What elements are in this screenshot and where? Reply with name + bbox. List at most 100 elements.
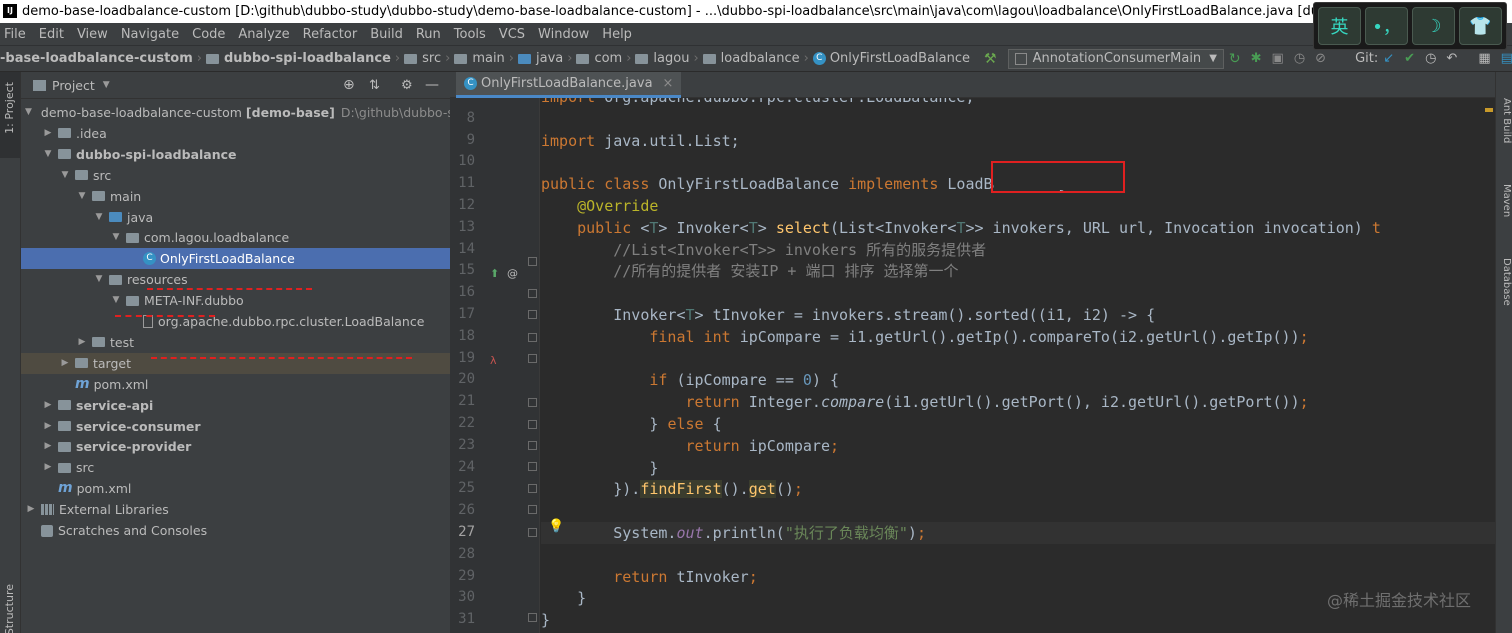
menu-item-run[interactable]: Run	[416, 27, 441, 42]
chevron-right-icon[interactable]: ▶	[42, 416, 54, 437]
tree-item[interactable]: ▼ main	[21, 186, 450, 207]
collapse-icon[interactable]: ⇅	[369, 78, 380, 93]
chevron-down-icon[interactable]: ▼	[103, 80, 110, 90]
chevron-right-icon[interactable]: ▶	[42, 123, 54, 144]
chevron-right-icon[interactable]: ▶	[42, 436, 54, 457]
git-history-icon[interactable]: ◷	[1425, 51, 1436, 67]
ant-build-tool-label[interactable]: Ant Build	[1498, 98, 1512, 143]
breadcrumb-item[interactable]: com	[576, 51, 622, 66]
fold-marker-icon[interactable]	[528, 354, 537, 363]
fold-marker-icon[interactable]	[528, 484, 537, 493]
sdk-icon[interactable]: ▤	[1501, 51, 1512, 67]
tree-item[interactable]: ▼ src	[21, 165, 450, 186]
attach-icon[interactable]: ⊘	[1315, 51, 1326, 67]
tree-item[interactable]: ▶ target	[21, 352, 450, 374]
tree-item[interactable]: ▼ META-INF.dubbo	[21, 290, 450, 311]
ime-key[interactable]: ☽	[1412, 7, 1455, 45]
close-icon[interactable]: ×	[663, 76, 674, 91]
fold-marker-icon[interactable]	[528, 257, 537, 266]
tree-item[interactable]: ▶ .idea	[21, 123, 450, 144]
tree-item[interactable]: ▶ External Libraries	[21, 499, 450, 520]
chevron-down-icon[interactable]: ▼	[25, 102, 32, 123]
git-rollback-icon[interactable]: ↶	[1446, 51, 1457, 67]
breadcrumb-item[interactable]: lagou	[635, 51, 689, 66]
fold-marker-icon[interactable]	[528, 441, 537, 450]
chevron-down-icon[interactable]: ▼	[110, 227, 122, 248]
chevron-right-icon[interactable]: ▶	[42, 395, 54, 416]
fold-marker-icon[interactable]	[528, 505, 537, 514]
fold-marker-icon[interactable]	[528, 398, 537, 407]
menu-item-file[interactable]: File	[4, 27, 26, 42]
tree-item[interactable]: m pom.xml	[21, 478, 450, 499]
database-tool-label[interactable]: Database	[1498, 258, 1512, 306]
fold-marker-icon[interactable]	[528, 333, 537, 342]
tree-item[interactable]: ▶ service-provider	[21, 436, 450, 457]
structure-tool-label[interactable]: Structure	[3, 584, 17, 633]
at-icon[interactable]: @	[507, 267, 518, 280]
menu-item-refactor[interactable]: Refactor	[303, 27, 358, 42]
tree-item[interactable]: ▼ demo-base-loadbalance-custom [demo-base…	[21, 102, 467, 123]
breadcrumb-item[interactable]: dubbo-spi-loadbalance	[205, 51, 391, 66]
lambda-icon[interactable]: λ	[490, 354, 497, 367]
project-view-title[interactable]: Project	[52, 78, 95, 93]
menu-item-edit[interactable]: Edit	[39, 27, 64, 42]
rerun-icon[interactable]: ↻	[1229, 51, 1241, 67]
tree-item[interactable]: C OnlyFirstLoadBalance	[21, 248, 450, 270]
chevron-down-icon[interactable]: ▼	[93, 207, 105, 228]
lightbulb-icon[interactable]: 💡	[548, 519, 564, 534]
debug-icon[interactable]: ✱	[1251, 51, 1262, 67]
menu-item-analyze[interactable]: Analyze	[238, 27, 289, 42]
tree-item[interactable]: ▼ java	[21, 207, 450, 228]
menu-item-window[interactable]: Window	[538, 27, 589, 42]
tree-item[interactable]: ▶ test	[21, 332, 450, 353]
hide-icon[interactable]: —	[425, 77, 439, 93]
override-icon[interactable]: ⬆	[490, 267, 499, 280]
run-configuration-select[interactable]: AnnotationConsumerMain ▼	[1007, 48, 1224, 69]
gear-icon[interactable]: ⚙	[401, 78, 413, 93]
locate-icon[interactable]: ⊕	[343, 77, 355, 93]
ime-toolbar[interactable]: 英 •， ☽ 👕	[1313, 2, 1507, 50]
chevron-right-icon[interactable]: ▶	[25, 499, 37, 520]
fold-marker-icon[interactable]	[528, 462, 537, 471]
breadcrumb-item[interactable]: C OnlyFirstLoadBalance	[812, 51, 970, 66]
git-update-icon[interactable]: ↙	[1383, 51, 1394, 67]
tree-item[interactable]: m pom.xml	[21, 374, 450, 395]
git-commit-icon[interactable]: ✔	[1404, 51, 1415, 67]
menu-item-build[interactable]: Build	[370, 27, 403, 42]
ime-key[interactable]: 👕	[1459, 7, 1502, 45]
tree-item[interactable]: Scratches and Consoles	[21, 520, 450, 541]
chevron-right-icon[interactable]: ▶	[76, 332, 88, 353]
tree-item[interactable]: ▶ service-api	[21, 395, 450, 416]
breadcrumb-item[interactable]: -base-loadbalance-custom	[0, 51, 193, 66]
fold-marker-icon[interactable]	[528, 310, 537, 319]
chevron-down-icon[interactable]: ▼	[110, 290, 122, 311]
tree-item[interactable]: ▼ dubbo-spi-loadbalance	[21, 144, 450, 165]
menu-item-navigate[interactable]: Navigate	[121, 27, 179, 42]
menu-item-help[interactable]: Help	[602, 27, 632, 42]
editor-tab[interactable]: C OnlyFirstLoadBalance.java ×	[456, 72, 682, 98]
tree-item[interactable]: ▶ src	[21, 457, 450, 478]
breadcrumb-item[interactable]: main	[454, 51, 505, 66]
coverage-icon[interactable]: ▣	[1272, 51, 1284, 67]
profile-icon[interactable]: ◷	[1294, 51, 1305, 67]
breadcrumb-item[interactable]: src	[404, 51, 441, 66]
chevron-down-icon[interactable]: ▼	[42, 144, 54, 165]
fold-marker-icon[interactable]	[528, 528, 537, 537]
chevron-down-icon[interactable]: ▼	[93, 269, 105, 290]
tree-item[interactable]: org.apache.dubbo.rpc.cluster.LoadBalance	[21, 311, 450, 332]
menu-item-tools[interactable]: Tools	[454, 27, 486, 42]
project-tool-label[interactable]: 1: Project	[3, 82, 17, 134]
build-hammer-icon[interactable]: ⚒	[984, 51, 997, 67]
ime-key[interactable]: 英	[1318, 7, 1361, 45]
fold-marker-icon[interactable]	[528, 289, 537, 298]
chevron-down-icon[interactable]: ▼	[76, 186, 88, 207]
tree-item[interactable]: ▶ service-consumer	[21, 416, 450, 437]
menu-item-vcs[interactable]: VCS	[499, 27, 525, 42]
maven-tool-label[interactable]: Maven	[1498, 184, 1512, 217]
fold-marker-icon[interactable]	[528, 420, 537, 429]
breadcrumb-item[interactable]: java	[518, 51, 563, 66]
chevron-right-icon[interactable]: ▶	[59, 353, 71, 374]
ime-key[interactable]: •，	[1365, 7, 1408, 45]
chevron-right-icon[interactable]: ▶	[42, 457, 54, 478]
menu-item-view[interactable]: View	[77, 27, 108, 42]
